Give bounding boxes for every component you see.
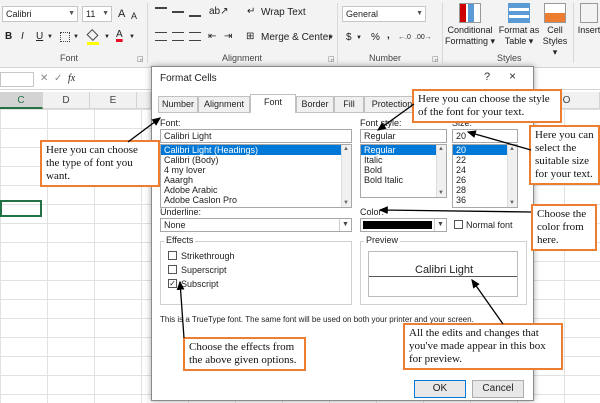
arrow-effects — [176, 280, 185, 339]
arrow-style — [376, 103, 415, 131]
arrow-preview — [471, 278, 504, 325]
callout-arrows — [127, 103, 532, 339]
arrow-size — [466, 130, 532, 151]
arrow-font — [127, 117, 162, 143]
arrow-color — [378, 206, 532, 215]
